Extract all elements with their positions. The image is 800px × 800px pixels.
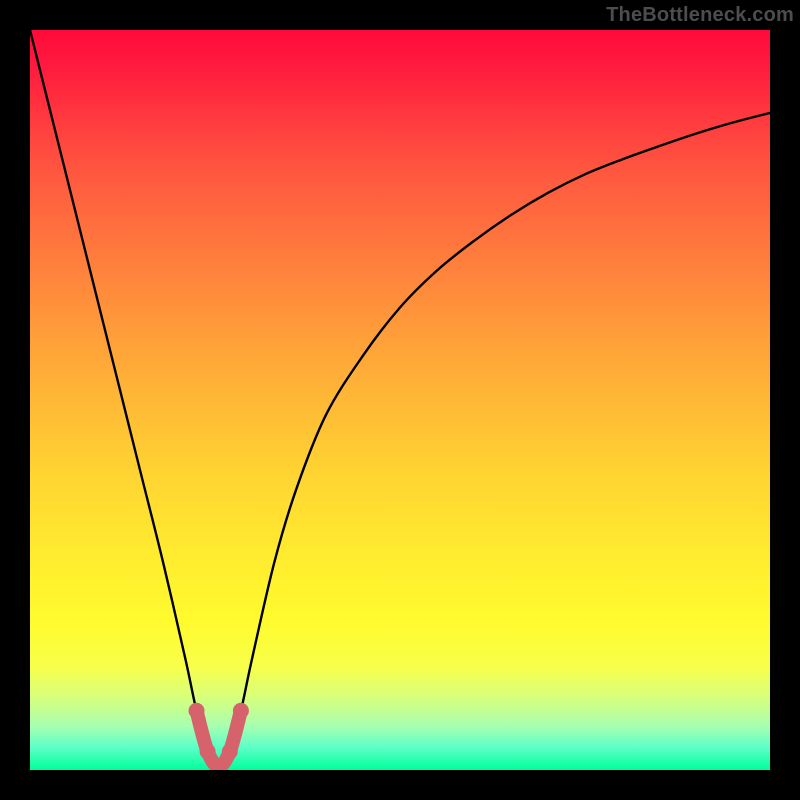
curve-path [30, 30, 770, 766]
marker-dot [233, 703, 249, 719]
chart-frame: TheBottleneck.com [0, 0, 800, 800]
bottleneck-curve [30, 30, 770, 770]
watermark-text: TheBottleneck.com [606, 4, 794, 27]
marker-dot [200, 744, 216, 760]
marker-dot [222, 744, 238, 760]
marker-dot [189, 703, 205, 719]
plot-area [30, 30, 770, 770]
